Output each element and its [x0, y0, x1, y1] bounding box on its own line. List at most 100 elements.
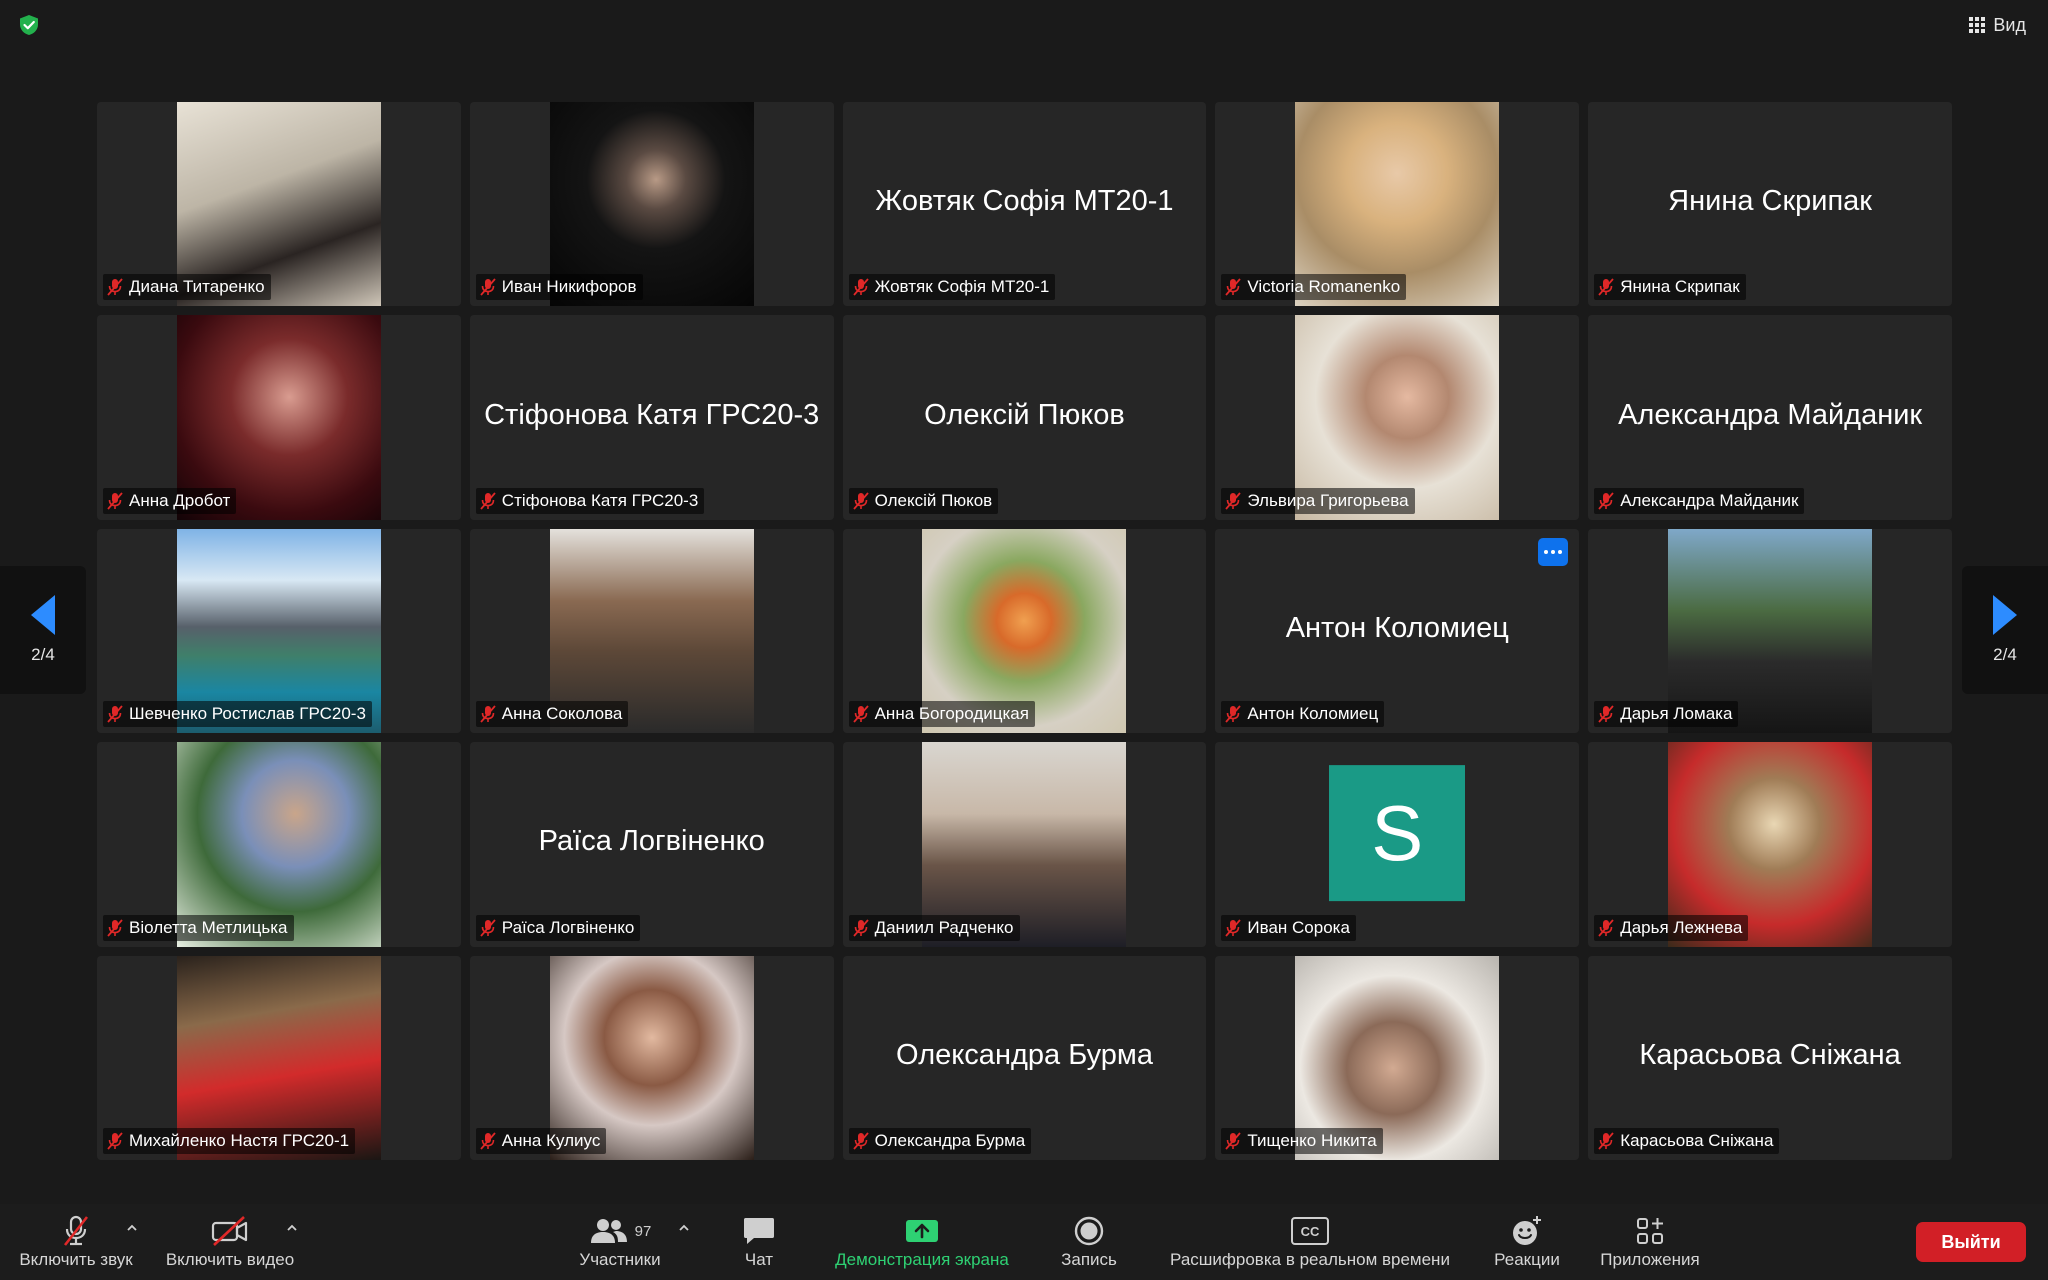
participants-label: Участники	[579, 1250, 661, 1269]
arrow-left-icon	[31, 595, 55, 635]
microphone-muted-icon	[852, 492, 869, 510]
view-button[interactable]: Вид	[1969, 12, 2026, 38]
more-options-button[interactable]	[1538, 537, 1569, 566]
participant-name-tag: Віолетта Метлицька	[103, 914, 294, 941]
microphone-muted-icon	[1598, 278, 1614, 296]
participant-tile[interactable]: Тищенко Никита	[1215, 955, 1580, 1160]
start-video-button[interactable]: Включить видео	[160, 1204, 300, 1280]
participant-name: Михайленко Настя ГРС20-1	[129, 1130, 350, 1150]
participant-tile[interactable]: Диана Титаренко	[97, 102, 461, 307]
participant-tile[interactable]: Дарья Ломака	[1588, 528, 1952, 734]
record-button[interactable]: Запись	[1050, 1204, 1128, 1280]
participant-name: Шевченко Ростислав ГРС20-3	[129, 704, 366, 724]
microphone-muted-icon	[480, 919, 496, 937]
participant-name-tag: Олександра Бурма	[848, 1127, 1032, 1154]
participant-tile[interactable]: S Иван Сорока	[1215, 742, 1580, 947]
microphone-muted-icon	[1225, 705, 1242, 723]
participant-tile[interactable]: Янина Скрипак Янина Скрипак	[1588, 102, 1952, 307]
record-circle-icon	[1074, 1216, 1104, 1246]
reactions-label: Реакции	[1494, 1250, 1560, 1269]
participant-name: Анна Кулиус	[501, 1130, 601, 1150]
participant-tile[interactable]: Анна Богородицкая	[842, 528, 1207, 734]
unmute-button[interactable]: Включить звук	[14, 1204, 138, 1280]
microphone-muted-icon	[1598, 492, 1614, 510]
participant-name-tag: Иван Никифоров	[475, 274, 643, 301]
microphone-muted-icon	[107, 278, 123, 296]
participant-display-name: Жовтяк Софія МТ20-1	[875, 185, 1174, 218]
participant-tile[interactable]: Михайленко Настя ГРС20-1	[97, 955, 461, 1160]
participant-tile[interactable]: Олександра Бурма Олександра Бурма	[842, 955, 1207, 1160]
participant-tile[interactable]: Иван Никифоров	[469, 102, 834, 307]
arrow-right-icon	[1993, 595, 2017, 635]
participant-name: Олексій Пюков	[874, 490, 993, 510]
participants-button[interactable]: 97 Участники	[568, 1204, 672, 1280]
participant-name-tag: Анна Дробот	[103, 487, 237, 514]
participant-name-tag: Даниил Радченко	[848, 914, 1020, 941]
meeting-toolbar: Включить звук Включить видео 97 Участник…	[0, 1204, 2048, 1280]
previous-page-button[interactable]: 2/4	[0, 566, 86, 694]
participant-tile[interactable]: Анна Кулиус	[469, 955, 834, 1160]
participant-name-tag: Карасьова Сніжана	[1594, 1127, 1780, 1154]
participant-tile[interactable]: Віолетта Метлицька	[97, 742, 461, 947]
chat-label: Чат	[744, 1250, 774, 1269]
microphone-muted-icon	[480, 492, 496, 510]
participants-options-chevron-up-icon[interactable]	[678, 1222, 690, 1234]
participant-name-tag: Александра Майданик	[1594, 487, 1805, 514]
participant-name-tag: Victoria Romanenko	[1221, 274, 1407, 301]
participant-name: Даниил Радченко	[874, 917, 1014, 937]
video-options-chevron-up-icon[interactable]	[286, 1222, 298, 1234]
microphone-muted-icon	[852, 278, 869, 296]
participant-tile[interactable]: Даниил Радченко	[842, 742, 1207, 947]
microphone-muted-icon	[852, 919, 869, 937]
live-transcript-button[interactable]: CC Расшифровка в реальном времени	[1160, 1204, 1460, 1280]
participant-display-name: Александра Майданик	[1618, 398, 1923, 431]
microphone-muted-icon	[63, 1215, 89, 1246]
shield-check-icon[interactable]	[18, 14, 40, 36]
microphone-muted-icon	[852, 1132, 869, 1150]
participant-tile[interactable]: Антон Коломиец Антон Коломиец	[1215, 528, 1580, 734]
microphone-muted-icon	[107, 919, 123, 937]
participant-display-name: Антон Коломиец	[1285, 611, 1509, 644]
participant-name: Диана Титаренко	[129, 277, 265, 297]
audio-options-chevron-up-icon[interactable]	[126, 1222, 138, 1234]
apps-button[interactable]: Приложения	[1592, 1204, 1708, 1280]
next-page-button[interactable]: 2/4	[1962, 566, 2048, 694]
microphone-muted-icon	[107, 492, 123, 510]
participant-tile[interactable]: Шевченко Ростислав ГРС20-3	[97, 528, 461, 734]
participant-name: Дарья Лежнева	[1620, 917, 1743, 937]
participant-name-tag: Иван Сорока	[1221, 914, 1356, 941]
participant-tile[interactable]: Олексій Пюков Олексій Пюков	[842, 315, 1207, 520]
participant-tile[interactable]: Карасьова Сніжана Карасьова Сніжана	[1588, 955, 1952, 1160]
participant-name-tag: Жовтяк Софія МТ20-1	[848, 274, 1056, 301]
participant-name: Дарья Ломака	[1620, 704, 1733, 724]
share-screen-label: Демонстрация экрана	[835, 1250, 1009, 1269]
participant-name: Анна Соколова	[501, 704, 623, 724]
participant-tile[interactable]: Александра Майданик Александра Майданик	[1588, 315, 1952, 520]
participant-name: Иван Никифоров	[501, 277, 637, 297]
participant-tile[interactable]: Жовтяк Софія МТ20-1 Жовтяк Софія МТ20-1	[842, 102, 1207, 307]
microphone-muted-icon	[1225, 278, 1242, 296]
participant-name-tag: Тищенко Никита	[1221, 1127, 1383, 1154]
share-screen-button[interactable]: Демонстрация экрана	[826, 1204, 1018, 1280]
chat-bubble-icon	[744, 1218, 774, 1244]
microphone-muted-icon	[852, 705, 869, 723]
microphone-muted-icon	[1225, 919, 1242, 937]
participant-name: Жовтяк Софія МТ20-1	[874, 277, 1050, 297]
participant-tile[interactable]: Стіфонова Катя ГРС20-3 Стіфонова Катя ГРС…	[469, 315, 834, 520]
unmute-label: Включить звук	[19, 1250, 133, 1269]
participant-tile[interactable]: Анна Соколова	[469, 528, 834, 734]
chat-button[interactable]: Чат	[724, 1204, 794, 1280]
view-label: Вид	[1993, 14, 2026, 35]
participant-tile[interactable]: Victoria Romanenko	[1215, 102, 1580, 307]
participant-name-tag: Стіфонова Катя ГРС20-3	[475, 487, 705, 514]
gallery-grid: Диана Титаренко Иван Никифоров Жовтяк Софі…	[97, 102, 1952, 1160]
leave-meeting-button[interactable]: Выйти	[1916, 1222, 2026, 1262]
participant-tile[interactable]: Эльвира Григорьева	[1215, 315, 1580, 520]
reactions-button[interactable]: Реакции	[1486, 1204, 1568, 1280]
microphone-muted-icon	[480, 278, 496, 296]
participant-tile[interactable]: Раїса Логвіненко Раїса Логвіненко	[469, 742, 834, 947]
microphone-muted-icon	[1225, 1132, 1242, 1150]
participant-tile[interactable]: Анна Дробот	[97, 315, 461, 520]
participant-tile[interactable]: Дарья Лежнева	[1588, 742, 1952, 947]
participant-name-tag: Антон Коломиец	[1221, 701, 1385, 728]
